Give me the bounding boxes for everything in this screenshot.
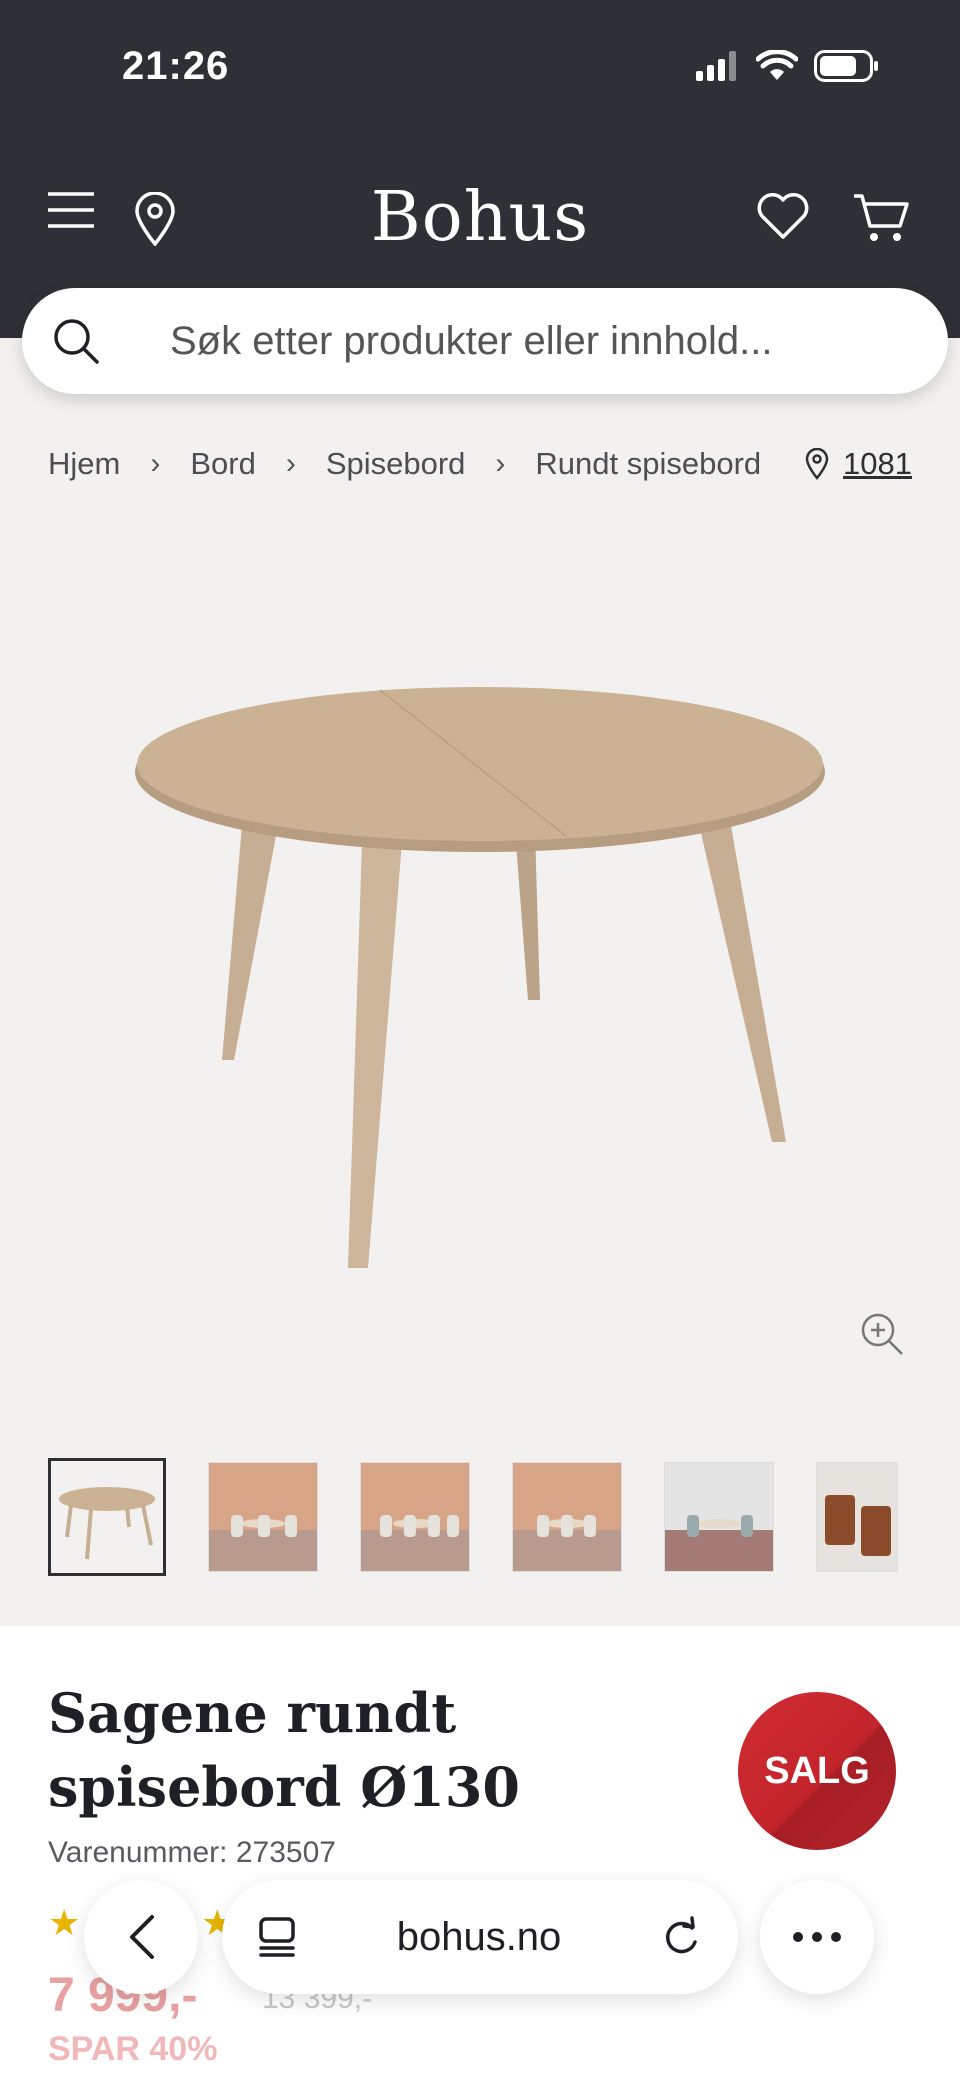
browser-toolbar: bohus.no <box>0 1880 960 2010</box>
tabs-icon[interactable] <box>258 1916 296 1958</box>
breadcrumb-item-home[interactable]: Hjem <box>48 446 120 482</box>
thumbnail-5[interactable] <box>664 1462 774 1572</box>
location-pin-icon <box>805 448 829 480</box>
breadcrumb-item-rundt-spisebord[interactable]: Rundt spisebord <box>535 446 761 482</box>
battery-icon <box>814 50 878 82</box>
product-info: Sagene rundt spisebord Ø130 SALG Varenum… <box>0 1626 960 2081</box>
status-icons <box>696 50 880 82</box>
thumbnail-2[interactable] <box>208 1462 318 1572</box>
url-text[interactable]: bohus.no <box>397 1915 562 1960</box>
thumbnail-6[interactable] <box>816 1462 898 1572</box>
store-number[interactable]: 1081 <box>843 446 912 482</box>
back-button[interactable] <box>84 1880 198 1994</box>
thumbnail-4[interactable] <box>512 1462 622 1572</box>
breadcrumb: Hjem › Bord › Spisebord › Rundt spisebor… <box>48 446 761 482</box>
discount-label: SPAR 40% <box>48 2030 218 2068</box>
search-input[interactable] <box>170 318 870 364</box>
search-bar[interactable] <box>22 288 948 394</box>
product-title: Sagene rundt spisebord Ø130 <box>48 1681 520 1819</box>
signal-icon <box>696 51 736 81</box>
search-icon <box>54 319 99 364</box>
heart-icon[interactable] <box>756 192 810 240</box>
chevron-right-icon: › <box>495 447 506 480</box>
back-icon <box>130 1915 154 1959</box>
zoom-in-icon[interactable] <box>858 1310 906 1358</box>
thumbnail-3[interactable] <box>360 1462 470 1572</box>
reload-icon[interactable] <box>662 1916 702 1958</box>
status-time: 21:26 <box>122 44 230 88</box>
cart-icon[interactable] <box>852 192 910 244</box>
thumbnail-strip <box>48 1458 898 1576</box>
chevron-right-icon: › <box>285 447 296 480</box>
more-button[interactable] <box>760 1880 874 1994</box>
product-sku: Varenummer: 273507 <box>48 1836 336 1869</box>
more-icon <box>793 1932 841 1942</box>
bohus-logo[interactable]: Bohus <box>0 178 960 257</box>
store-selector[interactable]: 1081 <box>805 446 912 482</box>
chevron-right-icon: › <box>150 447 161 480</box>
product-image[interactable] <box>130 680 830 1280</box>
thumbnail-1[interactable] <box>48 1458 166 1576</box>
breadcrumb-item-bord[interactable]: Bord <box>190 446 255 482</box>
breadcrumb-item-spisebord[interactable]: Spisebord <box>326 446 466 482</box>
sale-badge: SALG <box>738 1692 896 1850</box>
wifi-icon <box>756 50 798 80</box>
address-bar[interactable]: bohus.no <box>222 1880 738 1994</box>
